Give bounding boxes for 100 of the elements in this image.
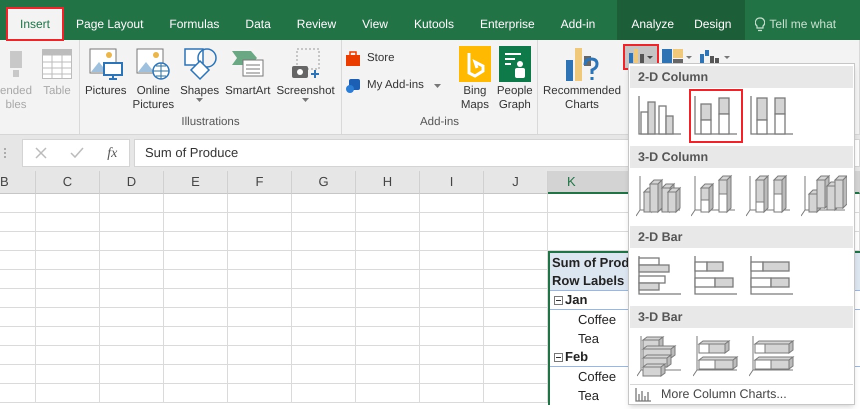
grid-cell[interactable] xyxy=(100,270,164,289)
ribbon-tab[interactable]: Kutools xyxy=(402,9,466,39)
ribbon-button[interactable]: SmartArt xyxy=(223,44,272,98)
grid-cell[interactable] xyxy=(0,194,36,213)
grid-cell[interactable] xyxy=(292,327,356,346)
column-header[interactable]: G xyxy=(292,171,356,194)
ribbon-tab[interactable]: Enterprise xyxy=(468,9,547,39)
grid-cell[interactable] xyxy=(0,213,36,232)
grid-cell[interactable] xyxy=(0,251,36,270)
grid-cell[interactable] xyxy=(356,365,420,384)
column-header[interactable]: H xyxy=(356,171,420,194)
grid-cell[interactable] xyxy=(100,213,164,232)
grid-cell[interactable] xyxy=(0,384,36,403)
grid-cell[interactable] xyxy=(292,308,356,327)
grid-cell[interactable] xyxy=(420,213,484,232)
ribbon-button[interactable]: Online Pictures xyxy=(130,44,176,112)
grid-cell[interactable] xyxy=(36,270,100,289)
grid-cell[interactable] xyxy=(164,327,228,346)
grid-cell[interactable] xyxy=(292,213,356,232)
ribbon-tab[interactable]: Formulas xyxy=(157,9,232,39)
grid-cell[interactable] xyxy=(228,289,292,308)
column-header[interactable]: C xyxy=(36,171,100,194)
grid-cell[interactable] xyxy=(420,384,484,403)
grid-cell[interactable] xyxy=(36,384,100,403)
grid-cell[interactable] xyxy=(228,346,292,365)
ribbon-tab[interactable]: View xyxy=(350,9,400,39)
grid-cell[interactable] xyxy=(164,289,228,308)
ribbon-tab[interactable]: Analyze xyxy=(621,8,684,40)
grid-cell[interactable] xyxy=(420,251,484,270)
grid-cell[interactable] xyxy=(484,270,548,289)
grid-cell[interactable] xyxy=(100,232,164,251)
grid-cell[interactable] xyxy=(36,232,100,251)
grid-cell[interactable] xyxy=(420,289,484,308)
tell-me-field[interactable]: Tell me what xyxy=(769,15,836,33)
more-charts-link[interactable]: More Column Charts... xyxy=(629,385,854,404)
grid-cell[interactable] xyxy=(484,365,548,384)
grid-cell[interactable] xyxy=(292,194,356,213)
grid-cell[interactable] xyxy=(420,308,484,327)
column-header[interactable]: J xyxy=(484,171,548,194)
grid-cell[interactable] xyxy=(164,346,228,365)
grid-cell[interactable] xyxy=(292,365,356,384)
grid-cell[interactable] xyxy=(484,289,548,308)
grid-cell[interactable] xyxy=(292,384,356,403)
grid-cell[interactable] xyxy=(420,232,484,251)
grid-cell[interactable] xyxy=(292,232,356,251)
insert-function-button[interactable]: fx xyxy=(107,142,118,164)
grid-cell[interactable] xyxy=(0,346,36,365)
grid-cell[interactable] xyxy=(484,308,548,327)
ribbon-button[interactable]: Screenshot xyxy=(274,44,337,102)
grid-cell[interactable] xyxy=(292,251,356,270)
grid-cell[interactable] xyxy=(356,251,420,270)
grid-cell[interactable] xyxy=(356,327,420,346)
grid-cell[interactable] xyxy=(36,251,100,270)
grid-cell[interactable] xyxy=(164,232,228,251)
ribbon-button[interactable]: My Add-ins xyxy=(345,77,441,94)
column-header[interactable]: B xyxy=(0,171,36,194)
checkmark-icon[interactable] xyxy=(70,147,84,159)
grid-cell[interactable] xyxy=(228,270,292,289)
grid-cell[interactable] xyxy=(100,365,164,384)
grid-cell[interactable] xyxy=(228,384,292,403)
close-icon[interactable] xyxy=(34,147,47,159)
grid-cell[interactable] xyxy=(0,365,36,384)
ribbon-button[interactable]: People Graph xyxy=(494,44,535,112)
grid-cell[interactable] xyxy=(0,270,36,289)
grid-cell[interactable] xyxy=(164,213,228,232)
grid-cell[interactable] xyxy=(228,251,292,270)
grid-cell[interactable] xyxy=(164,384,228,403)
grid-cell[interactable] xyxy=(36,346,100,365)
grid-cell[interactable] xyxy=(484,232,548,251)
ribbon-button[interactable]: Shapes xyxy=(178,44,222,102)
grid-cell[interactable] xyxy=(100,346,164,365)
grid-cell[interactable] xyxy=(228,327,292,346)
grid-cell[interactable] xyxy=(164,308,228,327)
grid-cell[interactable] xyxy=(36,308,100,327)
grid-cell[interactable] xyxy=(228,232,292,251)
grid-cell[interactable] xyxy=(100,384,164,403)
ribbon-tab[interactable]: Insert xyxy=(8,9,62,39)
grid-cell[interactable] xyxy=(292,346,356,365)
grid-cell[interactable] xyxy=(164,194,228,213)
grid-cell[interactable] xyxy=(356,213,420,232)
grid-cell[interactable] xyxy=(100,194,164,213)
ribbon-tab[interactable]: Page Layout xyxy=(64,9,156,39)
grid-cell[interactable] xyxy=(36,365,100,384)
grid-cell[interactable] xyxy=(292,289,356,308)
column-header[interactable]: F xyxy=(228,171,292,194)
grid-cell[interactable] xyxy=(420,346,484,365)
grid-cell[interactable] xyxy=(164,270,228,289)
grid-cell[interactable] xyxy=(356,308,420,327)
grid-cell[interactable] xyxy=(100,308,164,327)
grid-cell[interactable] xyxy=(100,289,164,308)
grid-cell[interactable] xyxy=(0,308,36,327)
ribbon-tab[interactable]: Design xyxy=(684,8,742,40)
grid-cell[interactable] xyxy=(0,232,36,251)
grid-cell[interactable] xyxy=(100,327,164,346)
grid-cell[interactable] xyxy=(228,194,292,213)
grid-cell[interactable] xyxy=(356,384,420,403)
grid-cell[interactable] xyxy=(356,194,420,213)
column-header[interactable]: D xyxy=(100,171,164,194)
grid-cell[interactable] xyxy=(484,384,548,403)
grid-cell[interactable] xyxy=(356,232,420,251)
